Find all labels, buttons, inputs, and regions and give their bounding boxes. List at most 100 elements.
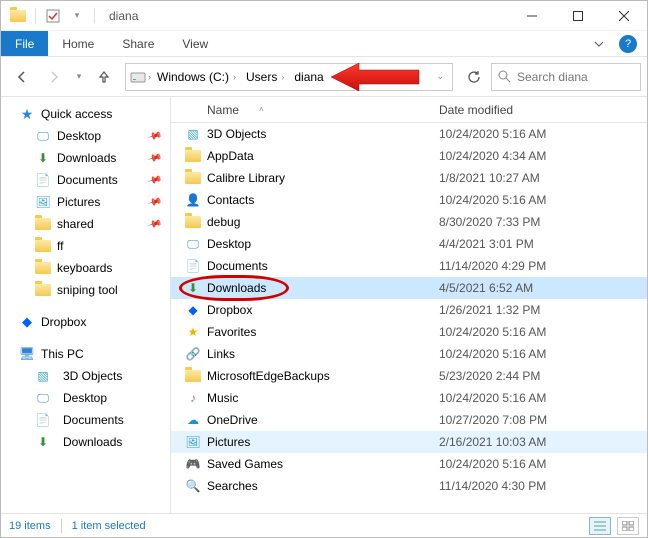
folder-icon (185, 172, 201, 184)
file-name: Searches (207, 479, 258, 493)
folder-icon (35, 284, 51, 296)
file-row[interactable]: 📄Documents11/14/2020 4:29 PM (171, 255, 647, 277)
dropbox[interactable]: ◆ Dropbox (1, 311, 170, 333)
breadcrumb-segment[interactable]: Users› (242, 70, 288, 84)
search-box[interactable]: Search diana (491, 63, 641, 91)
folder-icon (35, 262, 51, 274)
up-button[interactable] (89, 63, 119, 91)
file-row[interactable]: Calibre Library1/8/2021 10:27 AM (171, 167, 647, 189)
folder-icon (35, 218, 51, 230)
3d-objects-icon: ▧ (35, 368, 51, 384)
file-date: 1/8/2021 10:27 AM (431, 171, 647, 185)
file-row[interactable]: AppData10/24/2020 4:34 AM (171, 145, 647, 167)
file-date: 10/24/2020 5:16 AM (431, 127, 647, 141)
file-row[interactable]: 👤Contacts10/24/2020 5:16 AM (171, 189, 647, 211)
sidebar-item-label: Pictures (57, 195, 100, 209)
ribbon-expand[interactable] (583, 31, 615, 56)
file-row[interactable]: 🔗Links10/24/2020 5:16 AM (171, 343, 647, 365)
qat-properties[interactable] (42, 5, 64, 27)
sidebar-item[interactable]: 🖼Pictures📌 (1, 191, 170, 213)
file-row[interactable]: ☁OneDrive10/27/2020 7:08 PM (171, 409, 647, 431)
file-row[interactable]: ♪Music10/24/2020 5:16 AM (171, 387, 647, 409)
sidebar-item-label: 3D Objects (63, 369, 122, 383)
sidebar-item[interactable]: ff (1, 235, 170, 257)
file-name: Contacts (207, 193, 254, 207)
status-bar: 19 items 1 item selected (1, 513, 647, 537)
file-date: 5/23/2020 2:44 PM (431, 369, 647, 383)
desktop-icon: 🖵 (185, 236, 201, 252)
recent-locations[interactable]: ▾ (71, 63, 87, 91)
minimize-button[interactable] (509, 1, 555, 31)
file-name: Pictures (207, 435, 250, 449)
tab-view[interactable]: View (168, 31, 222, 56)
sidebar-item[interactable]: ⬇Downloads📌 (1, 147, 170, 169)
file-name: Links (207, 347, 235, 361)
quick-access[interactable]: ★ Quick access (1, 103, 170, 125)
documents-icon: 📄 (35, 172, 51, 188)
column-name[interactable]: Name˄ (171, 103, 431, 117)
sidebar-item[interactable]: 📄Documents (1, 409, 170, 431)
address-dropdown[interactable]: ⌄ (432, 71, 448, 82)
file-name: OneDrive (207, 413, 258, 427)
file-date: 8/30/2020 7:33 PM (431, 215, 647, 229)
tab-share[interactable]: Share (108, 31, 168, 56)
refresh-button[interactable] (459, 63, 489, 91)
address-bar[interactable]: › Windows (C:)› Users› diana ⌄ (125, 63, 453, 91)
folder-icon (185, 150, 201, 162)
file-name: Saved Games (207, 457, 283, 471)
file-tab[interactable]: File (1, 31, 48, 56)
file-row[interactable]: 🎮Saved Games10/24/2020 5:16 AM (171, 453, 647, 475)
sort-indicator-icon: ˄ (259, 105, 264, 114)
file-date: 11/14/2020 4:30 PM (431, 479, 647, 493)
file-date: 4/4/2021 3:01 PM (431, 237, 647, 251)
file-row[interactable]: ◆Dropbox1/26/2021 1:32 PM (171, 299, 647, 321)
item-count: 19 items (9, 520, 51, 532)
file-name: Documents (207, 259, 268, 273)
pictures-icon: 🖼 (35, 194, 51, 210)
navigation-pane[interactable]: ★ Quick access 🖵Desktop📌⬇Downloads📌📄Docu… (1, 97, 171, 513)
file-row[interactable]: debug8/30/2020 7:33 PM (171, 211, 647, 233)
close-button[interactable] (601, 1, 647, 31)
sidebar-item-label: Documents (63, 413, 124, 427)
window-title: diana (105, 9, 138, 23)
file-row[interactable]: 🖵Desktop4/4/2021 3:01 PM (171, 233, 647, 255)
details-view-button[interactable] (589, 517, 611, 535)
file-name: Favorites (207, 325, 256, 339)
this-pc[interactable]: 🖥 This PC (1, 343, 170, 365)
chevron-right-icon[interactable]: › (148, 72, 151, 82)
breadcrumb-segment[interactable]: Windows (C:)› (153, 70, 240, 84)
sidebar-item-label: Documents (57, 173, 118, 187)
file-row[interactable]: MicrosoftEdgeBackups5/23/2020 2:44 PM (171, 365, 647, 387)
file-list[interactable]: ▧3D Objects10/24/2020 5:16 AMAppData10/2… (171, 123, 647, 513)
sidebar-item[interactable]: shared📌 (1, 213, 170, 235)
sidebar-item[interactable]: ⬇Downloads (1, 431, 170, 453)
maximize-button[interactable] (555, 1, 601, 31)
file-row[interactable]: ⬇Downloads4/5/2021 6:52 AM (171, 277, 647, 299)
sidebar-item[interactable]: sniping tool (1, 279, 170, 301)
qat-dropdown[interactable]: ▾ (66, 5, 88, 27)
tab-home[interactable]: Home (48, 31, 108, 56)
sidebar-item[interactable]: 🖵Desktop (1, 387, 170, 409)
file-row[interactable]: ▧3D Objects10/24/2020 5:16 AM (171, 123, 647, 145)
sidebar-item[interactable]: ▧ 3D Objects (1, 365, 170, 387)
file-row[interactable]: 🖼Pictures2/16/2021 10:03 AM (171, 431, 647, 453)
games-icon: 🎮 (185, 456, 201, 472)
file-name: Music (207, 391, 238, 405)
file-row[interactable]: ★Favorites10/24/2020 5:16 AM (171, 321, 647, 343)
breadcrumb-segment[interactable]: diana (290, 70, 327, 84)
sidebar-item-label: Downloads (63, 435, 122, 449)
large-icons-view-button[interactable] (617, 517, 639, 535)
star-icon: ★ (19, 106, 35, 122)
help-button[interactable]: ? (619, 35, 637, 53)
file-date: 10/24/2020 5:16 AM (431, 391, 647, 405)
file-row[interactable]: 🔍Searches11/14/2020 4:30 PM (171, 475, 647, 497)
dropbox-icon: ◆ (19, 314, 35, 330)
forward-button[interactable] (39, 63, 69, 91)
sidebar-item[interactable]: keyboards (1, 257, 170, 279)
sidebar-item[interactable]: 📄Documents📌 (1, 169, 170, 191)
sidebar-item-label: keyboards (57, 261, 112, 275)
sidebar-item[interactable]: 🖵Desktop📌 (1, 125, 170, 147)
column-date[interactable]: Date modified (431, 103, 647, 117)
back-button[interactable] (7, 63, 37, 91)
file-name: Downloads (207, 281, 266, 295)
